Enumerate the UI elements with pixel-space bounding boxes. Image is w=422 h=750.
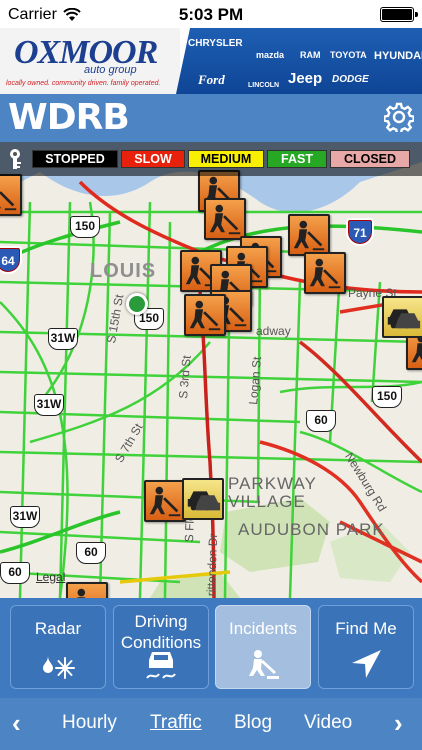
map-area-parkway: PARKWAY <box>228 474 317 493</box>
street-label: rittenden Dr <box>204 533 221 597</box>
rain-snow-icon <box>43 656 75 679</box>
brand-ram: RAM <box>300 50 321 60</box>
chevron-left-icon[interactable]: ‹ <box>12 708 21 739</box>
road-work-icon <box>249 650 279 679</box>
map-area-audubon: AUDUBON PARK <box>238 520 385 539</box>
road-work-icon[interactable] <box>184 294 226 336</box>
brand-dodge: DODGE <box>332 74 369 85</box>
location-arrow-icon <box>352 650 381 678</box>
tab-driving-conditions[interactable]: Driving Conditions <box>113 605 209 689</box>
road-work-icon[interactable] <box>0 174 22 216</box>
legend-items: STOPPED SLOW MEDIUM FAST CLOSED <box>32 150 410 168</box>
brand-lincoln: LINCOLN <box>248 82 280 89</box>
current-location-dot <box>126 293 148 315</box>
traffic-map[interactable]: LOUIS PARKWAY VILLAGE AUDUBON PARK S 15t… <box>0 142 422 598</box>
key-icon[interactable] <box>6 148 24 170</box>
battery-icon <box>380 7 418 22</box>
tab-incidents[interactable]: Incidents <box>215 605 311 689</box>
legend-medium: MEDIUM <box>188 150 264 168</box>
legend-closed: CLOSED <box>330 150 410 168</box>
tab-label: Driving Conditions <box>120 612 202 652</box>
chevron-right-icon[interactable]: › <box>394 708 403 739</box>
nav-video[interactable]: Video <box>304 712 352 734</box>
route-shield: 60 <box>0 562 30 584</box>
accident-icon[interactable] <box>382 296 422 338</box>
app-header: WDRB <box>0 94 422 142</box>
interstate-shield: 71 <box>346 218 374 246</box>
route-shield: 31W <box>48 328 78 350</box>
tab-find-me[interactable]: Find Me <box>318 605 414 689</box>
ad-brands: CHRYSLER mazda RAM TOYOTA HYUNDAI Ford L… <box>184 28 422 94</box>
brand-ford: Ford <box>198 72 225 87</box>
map-city-label: LOUIS <box>90 260 157 282</box>
status-bar: Carrier 5:03 PM <box>0 0 422 28</box>
bottom-nav: ‹ Hourly Traffic Blog Video › <box>0 698 422 750</box>
route-shield: 150 <box>372 386 402 408</box>
status-time: 5:03 PM <box>178 5 244 24</box>
tab-label: Find Me <box>335 619 397 638</box>
route-shield: 31W <box>10 506 40 528</box>
road-work-icon[interactable] <box>304 252 346 294</box>
route-shield: 60 <box>306 410 336 432</box>
brand-chrysler: CHRYSLER <box>188 38 243 49</box>
nav-blog[interactable]: Blog <box>234 712 272 734</box>
nav-hourly[interactable]: Hourly <box>62 712 117 734</box>
road-work-icon[interactable] <box>66 582 108 598</box>
nav-traffic[interactable]: Traffic <box>150 712 202 734</box>
brand-jeep: Jeep <box>288 70 323 87</box>
brand-toyota: TOYOTA <box>330 50 367 60</box>
legend-slow: SLOW <box>121 150 185 168</box>
ad-logo-area: OXMOOR auto group locally owned. communi… <box>0 28 180 94</box>
slippery-road-icon <box>146 652 176 679</box>
route-shield: 60 <box>76 542 106 564</box>
road-work-icon[interactable] <box>204 198 246 240</box>
ad-tagline: locally owned. community driven. family … <box>6 80 161 87</box>
gear-icon[interactable] <box>384 102 414 132</box>
tab-label: Incidents <box>228 619 298 638</box>
route-shield: 31W <box>34 394 64 416</box>
legend-fast: FAST <box>267 150 327 168</box>
legal-link[interactable]: Legal <box>36 570 65 584</box>
brand-mazda: mazda <box>256 50 285 60</box>
legend-stopped: STOPPED <box>32 150 118 168</box>
station-logo: WDRB <box>8 97 130 138</box>
map-area-village: VILLAGE <box>228 492 306 511</box>
road-work-icon[interactable] <box>144 480 186 522</box>
tab-radar[interactable]: Radar <box>10 605 106 689</box>
street-label: adway <box>256 324 291 338</box>
tab-label: Radar <box>34 619 82 638</box>
ad-sub: auto group <box>84 64 137 76</box>
traffic-legend: STOPPED SLOW MEDIUM FAST CLOSED <box>0 142 422 176</box>
route-shield: 150 <box>70 216 100 238</box>
feature-tabs: Radar Driving Conditions Incidents Find M… <box>0 598 422 698</box>
brand-hyundai: HYUNDAI <box>374 50 422 62</box>
accident-icon[interactable] <box>182 478 224 520</box>
ad-banner[interactable]: OXMOOR auto group locally owned. communi… <box>0 28 422 94</box>
road-work-icon[interactable] <box>288 214 330 256</box>
